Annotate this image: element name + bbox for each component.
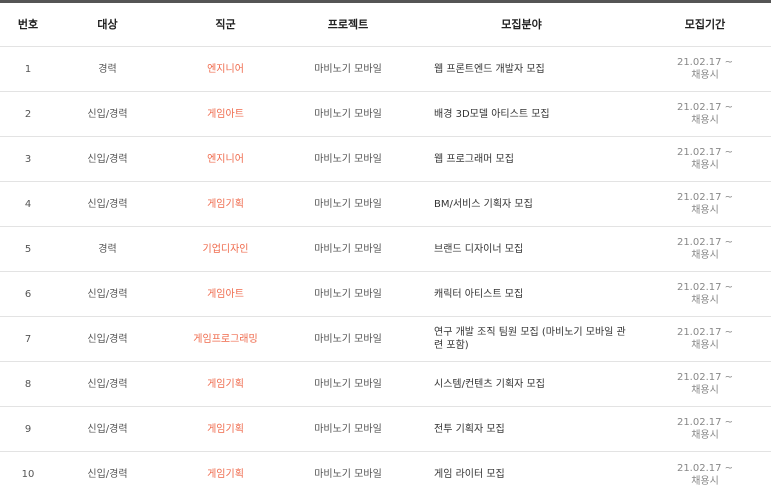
row-recruit-field-link[interactable]: 시스템/컨텐츠 기획자 모집 (404, 378, 639, 391)
header-job: 직군 (215, 18, 236, 31)
table-row[interactable]: 1 경력 엔지니어 마비노기 모바일 웹 프론트엔드 개발자 모집 21.02.… (0, 47, 771, 92)
row-job-category: 기업디자인 (202, 243, 249, 255)
table-row[interactable]: 8 신입/경력 게임기획 마비노기 모바일 시스템/컨텐츠 기획자 모집 21.… (0, 362, 771, 407)
row-job-category: 엔지니어 (207, 63, 244, 75)
row-job-category: 엔지니어 (207, 153, 244, 165)
row-period-note: 채용시 (691, 205, 719, 216)
table-header: 번호 대상 직군 프로젝트 모집분야 모집기간 (0, 3, 771, 47)
table-row[interactable]: 7 신입/경력 게임프로그래밍 마비노기 모바일 연구 개발 조직 팀원 모집 … (0, 317, 771, 362)
row-project: 마비노기 모바일 (314, 63, 382, 75)
row-period: 21.02.17 ~ 채용시 (639, 101, 771, 127)
row-num: 2 (24, 108, 32, 120)
row-recruit-field-link[interactable]: 배경 3D모델 아티스트 모집 (404, 108, 639, 121)
row-target: 신입/경력 (87, 198, 128, 210)
row-num: 5 (24, 243, 32, 255)
row-target: 신입/경력 (87, 378, 128, 390)
row-num: 3 (24, 153, 32, 165)
row-target: 신입/경력 (87, 423, 128, 435)
row-period-note: 채용시 (691, 475, 719, 487)
row-period-note: 채용시 (691, 295, 719, 306)
row-period-note: 채용시 (691, 385, 719, 396)
row-recruit-field-link[interactable]: BM/서비스 기획자 모집 (404, 198, 639, 211)
row-period-date: 21.02.17 ~ (676, 372, 734, 383)
row-num: 1 (24, 63, 32, 75)
row-target: 신입/경력 (87, 288, 128, 300)
row-job-category: 게임기획 (207, 378, 244, 390)
table-row[interactable]: 2 신입/경력 게임아트 마비노기 모바일 배경 3D모델 아티스트 모집 21… (0, 92, 771, 137)
row-period: 21.02.17 ~ 채용시 (639, 191, 771, 217)
row-project: 마비노기 모바일 (314, 469, 382, 480)
row-num: 9 (24, 423, 32, 435)
header-target: 대상 (97, 18, 118, 31)
row-period: 21.02.17 ~ 채용시 (639, 236, 771, 262)
table-row[interactable]: 3 신입/경력 엔지니어 마비노기 모바일 웹 프로그래머 모집 21.02.1… (0, 137, 771, 182)
row-recruit-field-link[interactable]: 브랜드 디자이너 모집 (404, 243, 639, 256)
row-period: 21.02.17 ~ 채용시 (639, 416, 771, 442)
row-target: 신입/경력 (87, 108, 128, 120)
row-job-category: 게임기획 (207, 469, 244, 480)
row-job-category: 게임기획 (207, 423, 244, 435)
row-recruit-field-link[interactable]: 웹 프론트엔드 개발자 모집 (404, 63, 639, 76)
row-target: 신입/경력 (87, 469, 128, 480)
row-period-note: 채용시 (691, 160, 719, 171)
row-num: 6 (24, 288, 32, 300)
row-project: 마비노기 모바일 (314, 288, 382, 300)
row-period-date: 21.02.17 ~ (676, 237, 734, 248)
row-target: 신입/경력 (87, 153, 128, 165)
row-recruit-field-link[interactable]: 전투 기획자 모집 (404, 423, 639, 436)
row-project: 마비노기 모바일 (314, 108, 382, 120)
row-target: 신입/경력 (87, 333, 128, 345)
row-period: 21.02.17 ~ 채용시 (639, 462, 771, 488)
row-period-date: 21.02.17 ~ (676, 57, 734, 68)
header-project: 프로젝트 (327, 18, 369, 31)
row-project: 마비노기 모바일 (314, 378, 382, 390)
row-job-category: 게임아트 (207, 288, 244, 300)
row-recruit-field-link[interactable]: 연구 개발 조직 팀원 모집 (마비노기 모바일 관련 포함) (404, 326, 639, 352)
table-row[interactable]: 6 신입/경력 게임아트 마비노기 모바일 캐릭터 아티스트 모집 21.02.… (0, 272, 771, 317)
row-period: 21.02.17 ~ 채용시 (639, 146, 771, 172)
row-project: 마비노기 모바일 (314, 243, 382, 255)
row-num: 7 (24, 333, 32, 345)
header-period: 모집기간 (684, 18, 726, 31)
table-row[interactable]: 5 경력 기업디자인 마비노기 모바일 브랜드 디자이너 모집 21.02.17… (0, 227, 771, 272)
row-recruit-field-link[interactable]: 캐릭터 아티스트 모집 (404, 288, 639, 301)
row-project: 마비노기 모바일 (314, 153, 382, 165)
row-period-date: 21.02.17 ~ (676, 192, 734, 203)
row-num: 10 (21, 469, 35, 480)
row-period-date: 21.02.17 ~ (676, 417, 734, 428)
row-target: 경력 (98, 243, 117, 255)
row-period: 21.02.17 ~ 채용시 (639, 281, 771, 307)
row-period: 21.02.17 ~ 채용시 (639, 371, 771, 397)
row-num: 4 (24, 198, 32, 210)
row-project: 마비노기 모바일 (314, 198, 382, 210)
row-period-date: 21.02.17 ~ (676, 327, 734, 338)
row-recruit-field-link[interactable]: 게임 라이터 모집 (404, 468, 639, 481)
row-recruit-field-link[interactable]: 웹 프로그래머 모집 (404, 153, 639, 166)
row-target: 경력 (98, 63, 117, 75)
job-posting-table: 번호 대상 직군 프로젝트 모집분야 모집기간 1 경력 엔지니어 마비노기 모… (0, 0, 771, 497)
table-row[interactable]: 9 신입/경력 게임기획 마비노기 모바일 전투 기획자 모집 21.02.17… (0, 407, 771, 452)
row-job-category: 게임기획 (207, 198, 244, 210)
row-job-category: 게임아트 (207, 108, 244, 120)
row-period: 21.02.17 ~ 채용시 (639, 326, 771, 352)
row-period: 21.02.17 ~ 채용시 (639, 56, 771, 82)
row-period-note: 채용시 (691, 340, 719, 351)
table-body: 1 경력 엔지니어 마비노기 모바일 웹 프론트엔드 개발자 모집 21.02.… (0, 47, 771, 497)
row-period-note: 채용시 (691, 70, 719, 81)
row-project: 마비노기 모바일 (314, 423, 382, 435)
header-field: 모집분야 (501, 18, 542, 31)
row-project: 마비노기 모바일 (314, 333, 382, 345)
header-num: 번호 (17, 18, 39, 31)
table-row[interactable]: 4 신입/경력 게임기획 마비노기 모바일 BM/서비스 기획자 모집 21.0… (0, 182, 771, 227)
row-period-date: 21.02.17 ~ (676, 282, 734, 293)
row-period-note: 채용시 (691, 115, 719, 126)
row-job-category: 게임프로그래밍 (193, 333, 258, 345)
table-row[interactable]: 10 신입/경력 게임기획 마비노기 모바일 게임 라이터 모집 21.02.1… (0, 452, 771, 497)
row-period-date: 21.02.17 ~ (676, 147, 734, 158)
row-period-date: 21.02.17 ~ (676, 462, 734, 474)
row-num: 8 (24, 378, 32, 390)
row-period-note: 채용시 (691, 430, 719, 441)
row-period-note: 채용시 (691, 250, 719, 261)
row-period-date: 21.02.17 ~ (676, 102, 734, 113)
